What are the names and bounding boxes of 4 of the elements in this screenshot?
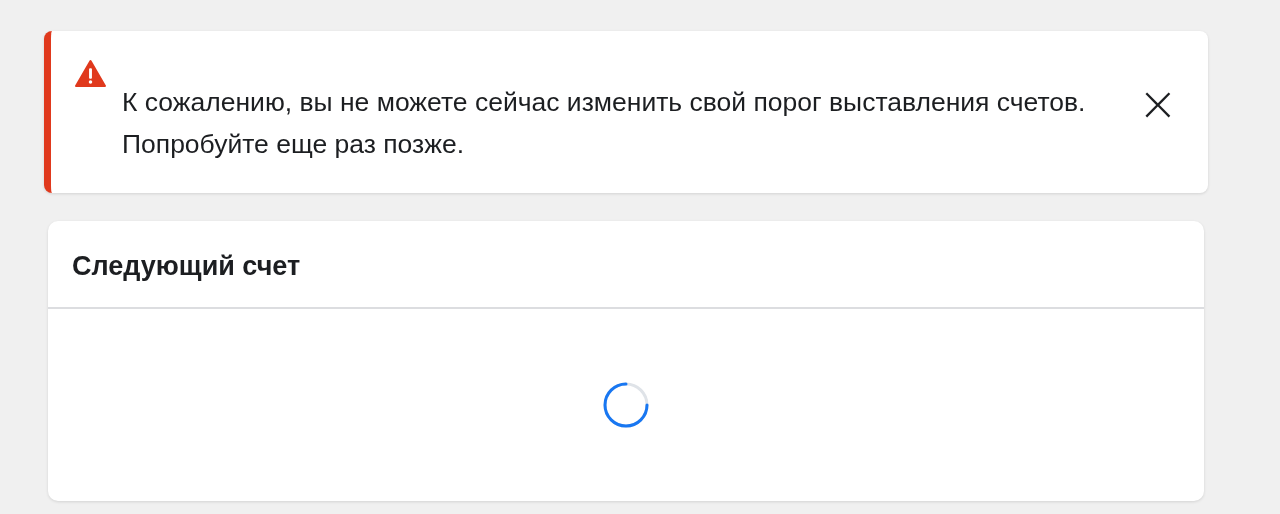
warning-icon (75, 60, 106, 87)
close-button[interactable]: × (1135, 79, 1180, 127)
error-message: К сожалению, вы не можете сейчас изменить свой порог выставления счетов. Попробуйте еще раз позже. (122, 86, 1087, 161)
card-title: Следующий счет (48, 221, 1204, 309)
